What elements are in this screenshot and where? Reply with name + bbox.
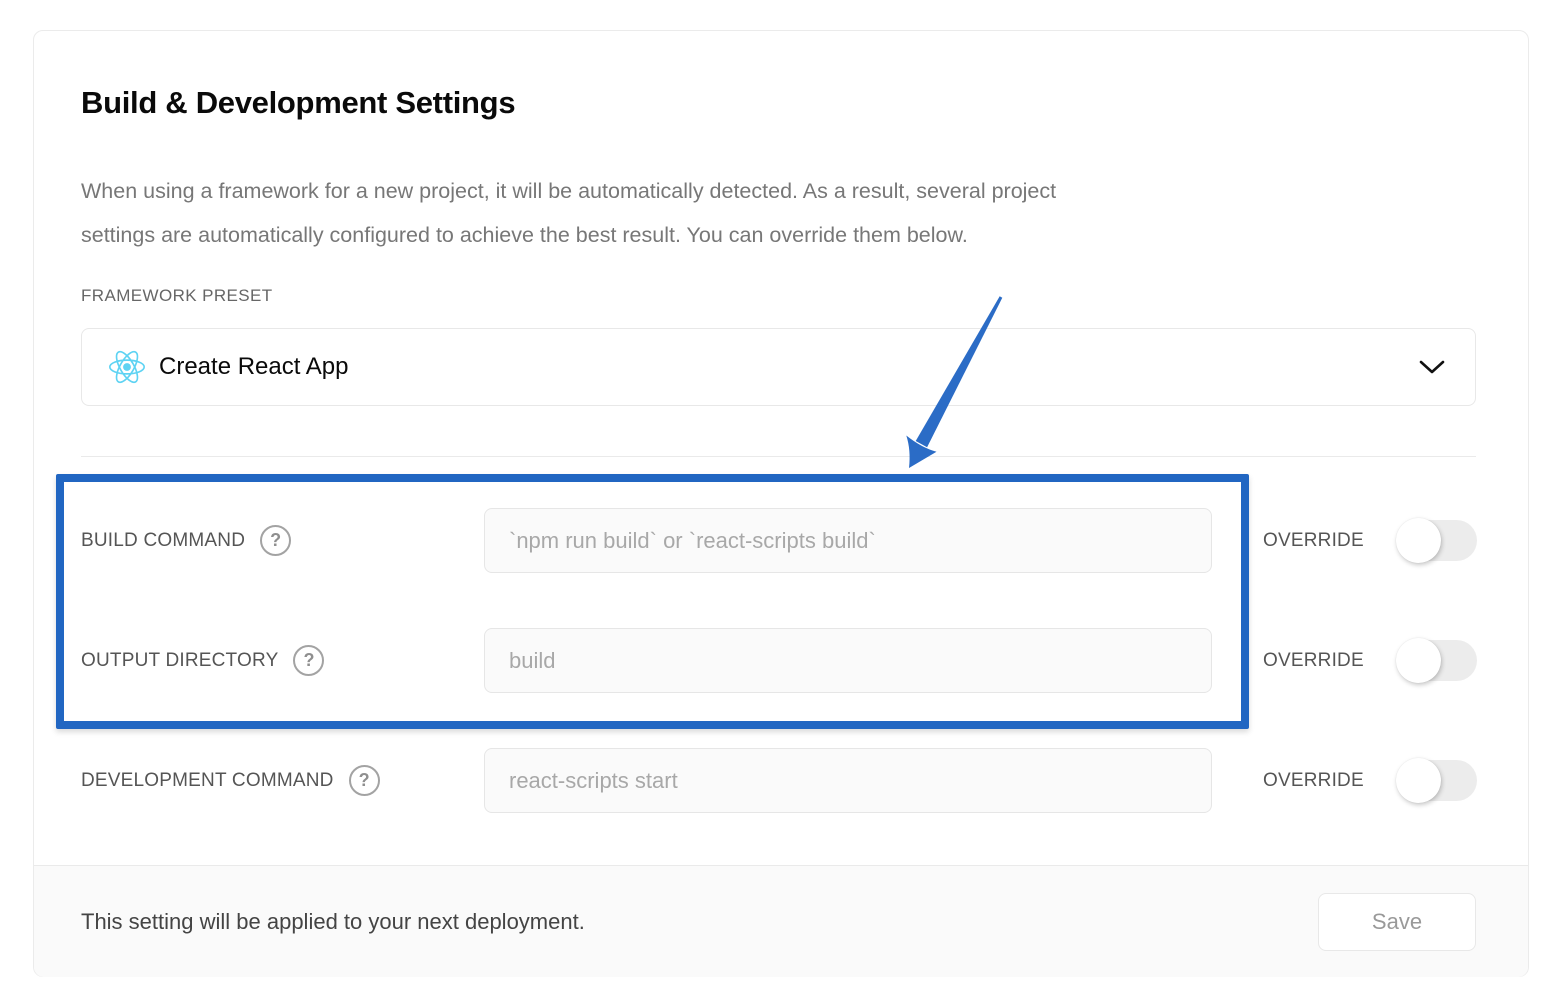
save-button[interactable]: Save: [1318, 893, 1476, 951]
framework-preset-label: FRAMEWORK PRESET: [81, 286, 273, 306]
toggle-knob: [1396, 638, 1441, 683]
development-command-override-toggle[interactable]: [1397, 760, 1477, 801]
build-command-override-toggle[interactable]: [1397, 520, 1477, 561]
toggle-knob: [1396, 518, 1441, 563]
override-label: OVERRIDE: [1263, 748, 1364, 813]
help-icon[interactable]: ?: [260, 525, 291, 556]
override-label: OVERRIDE: [1263, 508, 1364, 573]
description-line-2: settings are automatically configured to…: [81, 213, 1056, 257]
footer-note: This setting will be applied to your nex…: [81, 909, 585, 935]
output-directory-label: OUTPUT DIRECTORY: [81, 650, 278, 672]
development-command-label: DEVELOPMENT COMMAND: [81, 770, 334, 792]
framework-preset-select[interactable]: Create React App: [81, 328, 1476, 406]
build-command-row: BUILD COMMAND ? OVERRIDE: [34, 508, 1528, 573]
output-directory-row: OUTPUT DIRECTORY ? OVERRIDE: [34, 628, 1528, 693]
card-footer: This setting will be applied to your nex…: [34, 865, 1528, 977]
description-line-1: When using a framework for a new project…: [81, 169, 1056, 213]
development-command-row: DEVELOPMENT COMMAND ? OVERRIDE: [34, 748, 1528, 813]
react-logo-icon: [108, 349, 146, 385]
output-directory-input[interactable]: [484, 628, 1212, 693]
framework-preset-value: Create React App: [159, 353, 1419, 381]
toggle-knob: [1396, 758, 1441, 803]
help-icon[interactable]: ?: [349, 765, 380, 796]
output-directory-override-toggle[interactable]: [1397, 640, 1477, 681]
build-command-input[interactable]: [484, 508, 1212, 573]
help-icon[interactable]: ?: [293, 645, 324, 676]
override-label: OVERRIDE: [1263, 628, 1364, 693]
chevron-down-icon: [1419, 359, 1445, 375]
section-divider: [81, 456, 1476, 457]
development-command-input[interactable]: [484, 748, 1212, 813]
build-command-label: BUILD COMMAND: [81, 530, 245, 552]
section-description: When using a framework for a new project…: [81, 169, 1056, 257]
build-settings-card: Build & Development Settings When using …: [33, 30, 1529, 977]
page-title: Build & Development Settings: [81, 85, 515, 121]
